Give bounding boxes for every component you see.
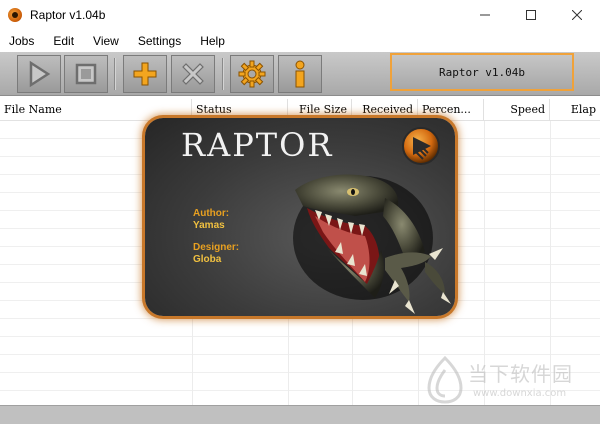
maximize-button[interactable]	[508, 0, 554, 30]
menu-edit[interactable]: Edit	[53, 34, 74, 48]
info-button[interactable]	[278, 55, 322, 93]
raptor-illustration	[293, 174, 451, 314]
menu-bar: Jobs Edit View Settings Help	[0, 30, 600, 52]
designer-name: Globa	[193, 254, 222, 265]
raptor-logo-icon	[402, 127, 440, 165]
minimize-icon	[480, 14, 490, 16]
author-label: Author:	[193, 208, 230, 219]
column-speed[interactable]: Speed	[484, 99, 550, 121]
settings-button[interactable]	[230, 55, 274, 93]
splash-title: RAPTOR	[181, 126, 334, 164]
play-button[interactable]	[17, 55, 61, 93]
cross-icon	[182, 63, 204, 85]
status-bar	[0, 405, 600, 424]
maximize-icon	[526, 10, 536, 20]
watermark-text: 当下软件园	[468, 362, 573, 386]
version-display: Raptor v1.04b	[390, 53, 574, 91]
menu-jobs[interactable]: Jobs	[9, 34, 34, 48]
site-watermark: 当下软件园 www.downxia.com	[425, 356, 595, 406]
minimize-button[interactable]	[462, 0, 508, 30]
play-icon	[29, 60, 51, 88]
watermark-logo-icon	[427, 356, 463, 404]
window-title: Raptor v1.04b	[30, 8, 106, 22]
close-button[interactable]	[554, 0, 600, 30]
stop-button[interactable]	[64, 55, 108, 93]
designer-label: Designer:	[193, 242, 240, 253]
stop-icon	[75, 63, 97, 85]
remove-button[interactable]	[171, 55, 215, 93]
add-button[interactable]	[123, 55, 167, 93]
raptor-app-icon	[8, 8, 22, 22]
menu-help[interactable]: Help	[200, 34, 225, 48]
menu-view[interactable]: View	[93, 34, 119, 48]
gear-icon	[238, 60, 266, 88]
watermark-url: www.downxia.com	[473, 388, 567, 399]
author-name: Yamas	[193, 220, 225, 231]
title-bar: Raptor v1.04b	[0, 0, 600, 30]
window-controls	[462, 0, 600, 30]
close-icon	[572, 10, 582, 20]
info-icon	[295, 60, 305, 88]
about-splash: RAPTOR Author: Yamas Designer: Globa	[145, 118, 455, 316]
menu-settings[interactable]: Settings	[138, 34, 181, 48]
plus-icon	[133, 62, 157, 86]
column-elapsed[interactable]: Elap	[550, 99, 600, 121]
